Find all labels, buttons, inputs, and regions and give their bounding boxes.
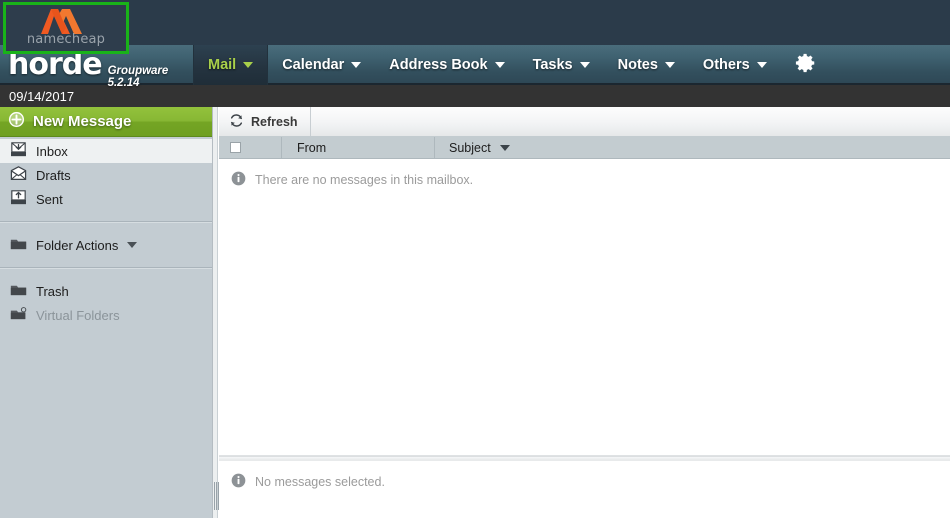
chevron-down-icon <box>494 62 505 68</box>
refresh-icon <box>229 113 244 131</box>
mailbox-toolbar: Refresh <box>219 107 950 137</box>
sent-icon <box>10 190 27 208</box>
sidebar-item-folder-actions[interactable]: Folder Actions <box>0 233 212 257</box>
sidebar-item-trash[interactable]: Trash <box>0 279 212 303</box>
drafts-envelope-icon <box>10 166 27 184</box>
sidebar-item-drafts[interactable]: Drafts <box>0 163 212 187</box>
sidebar-item-inbox[interactable]: Inbox <box>0 139 212 163</box>
menu-item-address-book-label: Address Book <box>389 57 488 73</box>
refresh-button-label: Refresh <box>251 114 298 129</box>
chevron-down-icon <box>664 62 675 68</box>
sidebar-item-drafts-label: Drafts <box>36 167 71 183</box>
menu-item-notes-label: Notes <box>617 57 658 73</box>
namecheap-logo-highlight-box: namecheap <box>3 2 129 54</box>
sort-descending-icon[interactable] <box>499 144 510 151</box>
message-list-column-headers: From Subject <box>219 137 950 159</box>
sidebar-folder-group-main: Inbox Drafts Sent <box>0 137 212 213</box>
sidebar-item-trash-label: Trash <box>36 283 69 299</box>
menu-item-others[interactable]: Others <box>689 45 781 85</box>
brand-bar <box>0 0 950 45</box>
horde-app-version: Groupware 5.2.14 <box>107 65 169 89</box>
chevron-down-icon <box>127 242 138 248</box>
sidebar-divider <box>0 221 212 223</box>
sidebar-divider <box>0 267 212 269</box>
mailbox-content: Refresh From Subject There are no messag… <box>219 107 950 518</box>
current-date: 09/14/2017 <box>9 88 75 104</box>
app-root: namecheap horde Groupware 5.2.14 Mail Ca… <box>0 0 950 518</box>
plus-circle-icon <box>8 111 25 133</box>
menu-item-notes[interactable]: Notes <box>604 45 689 85</box>
sidebar-splitter[interactable] <box>212 107 219 518</box>
grip-line <box>215 482 217 510</box>
info-icon <box>231 171 246 189</box>
empty-mailbox-text: There are no messages in this mailbox. <box>255 173 474 187</box>
sidebar-folder-group-special: Trash Virtual Folders <box>0 277 212 329</box>
folder-icon <box>10 237 27 254</box>
refresh-button[interactable]: Refresh <box>219 107 311 136</box>
column-header-subject[interactable]: Subject <box>434 137 950 158</box>
menu-item-mail-label: Mail <box>208 57 237 73</box>
settings-button[interactable] <box>781 45 831 85</box>
inbox-icon <box>10 142 27 160</box>
menu-item-others-label: Others <box>702 57 750 73</box>
chevron-down-icon <box>351 62 362 68</box>
sidebar: New Message Inbox Drafts Sent Folder Act… <box>0 107 212 518</box>
no-selection-notice: No messages selected. <box>219 461 950 491</box>
chevron-down-icon <box>756 62 767 68</box>
namecheap-logo-wordmark: namecheap <box>26 32 106 47</box>
message-list: There are no messages in this mailbox. <box>219 159 950 456</box>
new-message-label: New Message <box>33 113 132 130</box>
menu-item-mail[interactable]: Mail <box>193 45 269 85</box>
no-selection-text: No messages selected. <box>255 475 385 489</box>
sidebar-item-sent[interactable]: Sent <box>0 187 212 211</box>
menu-item-calendar-label: Calendar <box>282 57 345 73</box>
info-icon <box>231 473 246 491</box>
menu-item-address-book[interactable]: Address Book <box>375 45 518 85</box>
gear-icon <box>795 52 817 79</box>
column-header-from-label: From <box>297 140 327 155</box>
preview-pane: No messages selected. <box>219 460 950 518</box>
virtual-folder-icon <box>10 306 27 324</box>
sidebar-folder-group-actions: Folder Actions <box>0 231 212 259</box>
menu-item-calendar[interactable]: Calendar <box>268 45 375 85</box>
column-header-subject-label: Subject <box>449 140 491 155</box>
namecheap-logo-icon <box>38 7 94 35</box>
menu-item-tasks[interactable]: Tasks <box>519 45 604 85</box>
sidebar-item-virtual-folders[interactable]: Virtual Folders <box>0 303 212 327</box>
empty-mailbox-notice: There are no messages in this mailbox. <box>219 159 950 189</box>
new-message-button[interactable]: New Message <box>0 107 212 137</box>
sidebar-item-sent-label: Sent <box>36 191 63 207</box>
select-all-checkbox[interactable] <box>230 142 241 153</box>
chevron-down-icon <box>243 62 254 68</box>
grip-line <box>213 482 215 510</box>
sidebar-item-inbox-label: Inbox <box>36 143 68 159</box>
chevron-down-icon <box>579 62 590 68</box>
menu-item-tasks-label: Tasks <box>532 57 573 73</box>
menu-items: Mail Calendar Address Book Tasks Notes O… <box>193 45 831 85</box>
select-all-column[interactable] <box>219 142 281 153</box>
folder-icon <box>10 283 27 300</box>
column-header-from[interactable]: From <box>281 137 434 158</box>
sidebar-item-folder-actions-label: Folder Actions <box>36 237 119 253</box>
sidebar-item-virtual-folders-label: Virtual Folders <box>36 307 120 323</box>
